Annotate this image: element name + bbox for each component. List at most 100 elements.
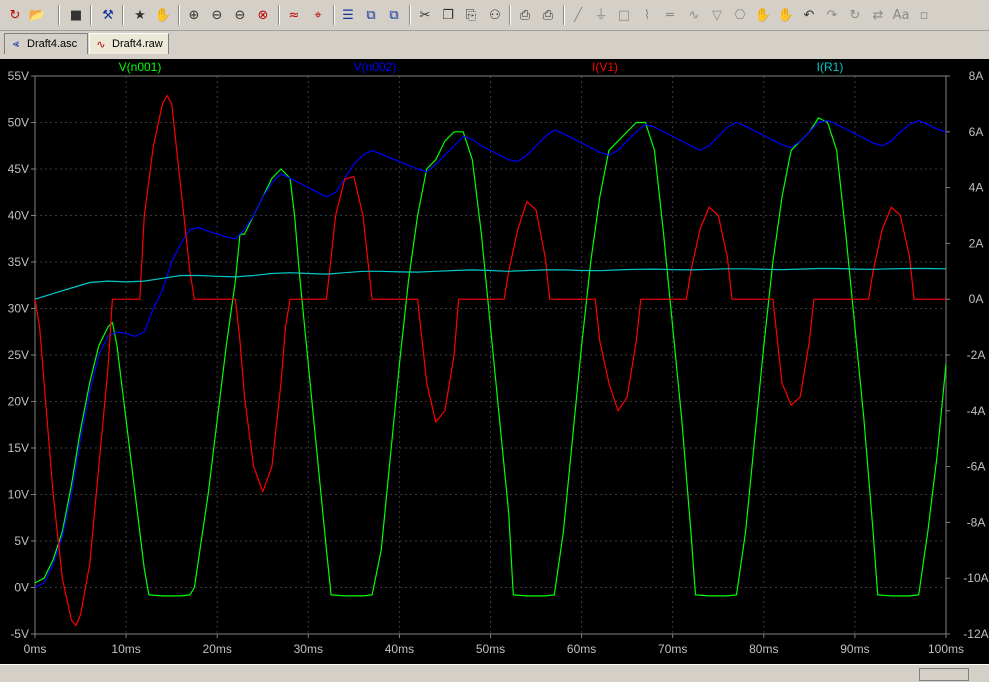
print-icon[interactable]: ⎙ <box>538 5 558 25</box>
waveform-chart[interactable]: 0ms 10ms 20ms 30ms 40ms 50ms 60ms 70ms 80ms 90ms 1… <box>0 59 989 664</box>
zoom-in-icon[interactable]: ⊕ <box>184 5 204 25</box>
new-schematic-icon[interactable]: ↻ <box>5 5 25 25</box>
y-right-tick-label: 6A <box>969 125 984 139</box>
toolbar-separator <box>409 5 411 25</box>
x-tick-label: 20ms <box>203 642 232 656</box>
y-left-tick-label: 45V <box>8 162 29 176</box>
y-left-tick-label: 20V <box>8 395 29 409</box>
diode-icon[interactable]: ▽ <box>707 5 727 25</box>
zoom-out-more-icon[interactable]: ⊖ <box>230 5 250 25</box>
y-right-tick-label: 2A <box>969 236 984 250</box>
y-right-tick-label: -4A <box>967 404 986 418</box>
y-left-tick-label: 5V <box>14 534 29 548</box>
capacitor-icon[interactable]: ═ <box>660 5 680 25</box>
save-icon[interactable]: ■ <box>66 5 86 25</box>
find-icon[interactable]: ⚇ <box>485 5 505 25</box>
toolbar-separator <box>563 5 565 25</box>
label-net-icon[interactable]: □ <box>614 5 634 25</box>
print-setup-icon[interactable]: ⎙ <box>515 5 535 25</box>
x-tick-label: 80ms <box>749 642 778 656</box>
x-tick-label: 30ms <box>294 642 323 656</box>
redo-icon[interactable]: ↷ <box>822 5 842 25</box>
toolbar-separator <box>90 5 92 25</box>
grid <box>34 75 947 635</box>
y-left-tick-label: 10V <box>8 488 29 502</box>
toolbar-separator <box>333 5 335 25</box>
y-left-tick-label: 50V <box>8 116 29 130</box>
waveform-plot-pane[interactable]: 0ms 10ms 20ms 30ms 40ms 50ms 60ms 70ms 80ms 90ms 1… <box>0 59 989 664</box>
x-tick-label: 0ms <box>24 642 47 656</box>
x-tick-label: 10ms <box>111 642 140 656</box>
x-tick-label: 50ms <box>476 642 505 656</box>
inductor-icon[interactable]: ∿ <box>684 5 704 25</box>
legend-label: V(n001) <box>119 60 162 74</box>
trace-legend: V(n001) V(n002) I(V1) I(R1) <box>119 60 844 74</box>
y-left-tick-label: 25V <box>8 348 29 362</box>
x-tick-label: 60ms <box>567 642 596 656</box>
rotate-icon[interactable]: ↻ <box>845 5 865 25</box>
y-right-tick-label: -6A <box>967 460 986 474</box>
autorange-icon[interactable]: ≈ <box>284 5 304 25</box>
toolbar-separator <box>278 5 280 25</box>
tick-labels: 0ms 10ms 20ms 30ms 40ms 50ms 60ms 70ms 80ms 90ms 1… <box>8 69 989 656</box>
y-right-tick-label: -12A <box>963 627 988 641</box>
pick-visible-traces-icon[interactable]: ⌖ <box>308 5 328 25</box>
waveform-tab-icon: ∿ <box>96 38 106 51</box>
toolbar-separator <box>178 5 180 25</box>
legend-label: I(V1) <box>592 60 618 74</box>
y-left-tick-label: 35V <box>8 255 29 269</box>
spice-directive-icon[interactable]: ▫ <box>914 5 934 25</box>
trace-i-r1 <box>34 267 947 300</box>
y-left-tick-label: -5V <box>10 627 29 641</box>
y-right-tick-label: -2A <box>967 348 986 362</box>
drag-icon[interactable]: ✋ <box>776 5 796 25</box>
component-icon[interactable]: ⎔ <box>730 5 750 25</box>
ground-icon[interactable]: ⏚ <box>591 5 611 25</box>
run-icon[interactable]: ★ <box>130 5 150 25</box>
halt-icon[interactable]: ✋ <box>153 5 173 25</box>
tab-label: Draft4.raw <box>112 38 163 50</box>
status-panel <box>919 668 969 681</box>
move-icon[interactable]: ✋ <box>753 5 773 25</box>
y-right-tick-label: 8A <box>969 69 984 83</box>
open-icon[interactable]: 📂 <box>27 5 47 25</box>
cut-icon[interactable]: ✂ <box>415 5 435 25</box>
legend-label: I(R1) <box>817 60 844 74</box>
y-left-tick-label: 15V <box>8 441 29 455</box>
x-tick-label: 40ms <box>385 642 414 656</box>
status-bar <box>0 664 989 682</box>
tab-draft4-raw[interactable]: ∿ Draft4.raw <box>89 33 169 54</box>
tile-horizontal-icon[interactable]: ☰ <box>338 5 358 25</box>
draw-wire-icon[interactable]: ╱ <box>568 5 588 25</box>
zoom-out-icon[interactable]: ⊖ <box>207 5 227 25</box>
text-icon[interactable]: Aa <box>891 5 911 25</box>
tile-vertical-icon[interactable]: ⧉ <box>384 5 404 25</box>
x-tick-label: 70ms <box>658 642 687 656</box>
undo-icon[interactable]: ↶ <box>799 5 819 25</box>
y-left-tick-label: 0V <box>14 581 29 595</box>
tab-draft4-asc[interactable]: ⪡ Draft4.asc <box>4 33 88 54</box>
y-right-tick-label: 0A <box>969 292 984 306</box>
toolbar-separator <box>58 5 60 25</box>
x-tick-label: 100ms <box>928 642 964 656</box>
y-left-tick-label: 55V <box>8 69 29 83</box>
x-tick-label: 90ms <box>840 642 869 656</box>
control-panel-icon[interactable]: ⚒ <box>98 5 118 25</box>
zoom-cancel-icon[interactable]: ⊗ <box>253 5 273 25</box>
schematic-tab-icon: ⪡ <box>12 37 20 50</box>
tab-label: Draft4.asc <box>27 38 78 50</box>
paste-icon[interactable]: ⎘ <box>461 5 481 25</box>
legend-label: V(n002) <box>354 60 397 74</box>
resistor-icon[interactable]: ⌇ <box>637 5 657 25</box>
toolbar-separator <box>509 5 511 25</box>
cascade-icon[interactable]: ⧉ <box>361 5 381 25</box>
mirror-icon[interactable]: ⇄ <box>868 5 888 25</box>
toolbar-separator <box>122 5 124 25</box>
window-tab-bar: ⪡ Draft4.asc ∿ Draft4.raw <box>0 31 989 57</box>
y-right-tick-label: -10A <box>963 571 988 585</box>
y-left-tick-label: 30V <box>8 302 29 316</box>
y-right-tick-label: 4A <box>969 181 984 195</box>
toolbar: ↻ 📂 ■ ⚒ ★ ✋ ⊕ ⊖ ⊖ ⊗ ≈ ⌖ ☰ ⧉ ⧉ ✂ ❐ ⎘ ⚇ ⎙ … <box>0 0 989 31</box>
copy-icon[interactable]: ❐ <box>438 5 458 25</box>
y-left-tick-label: 40V <box>8 209 29 223</box>
